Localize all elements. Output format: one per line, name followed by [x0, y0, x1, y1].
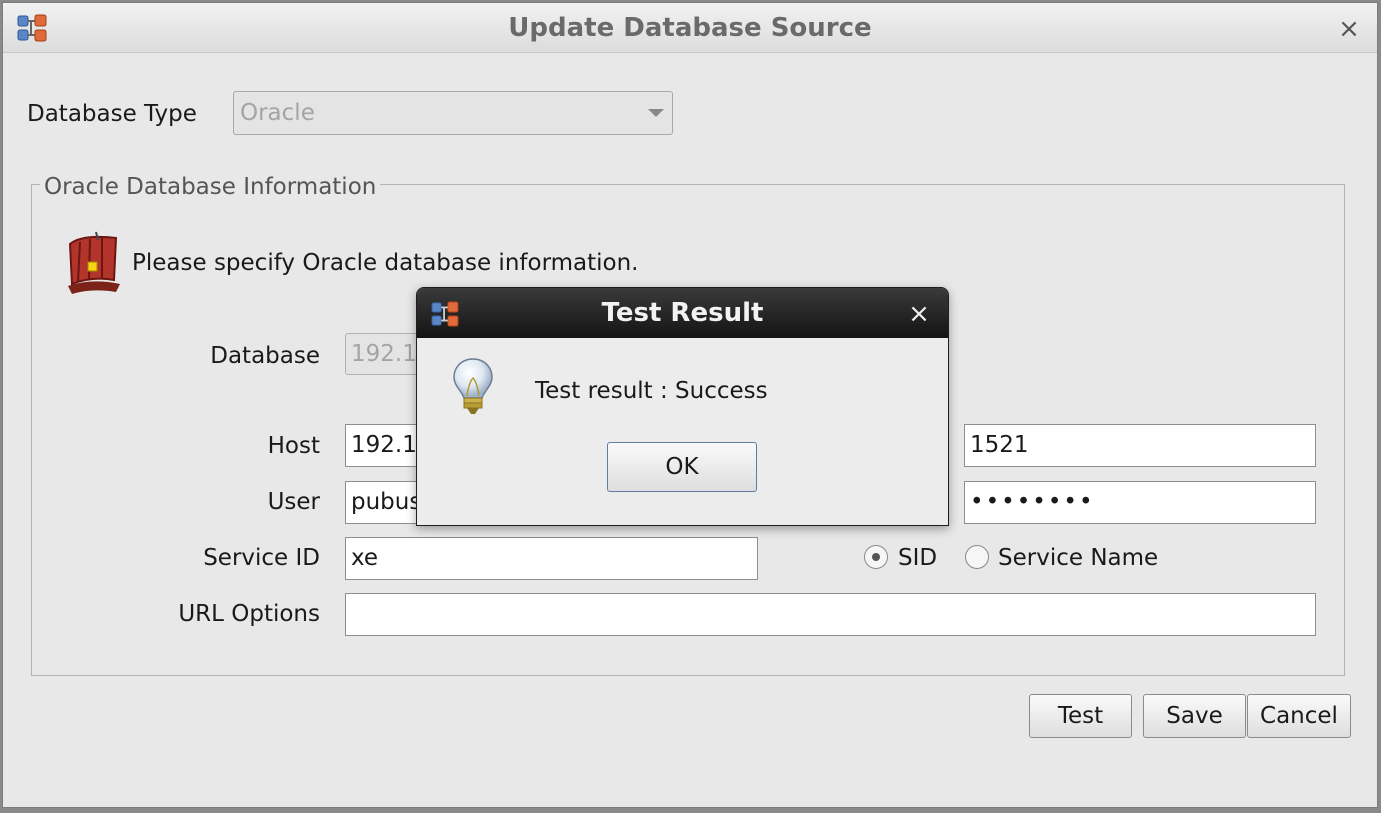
lightbulb-icon — [453, 358, 493, 414]
sid-radio[interactable] — [864, 545, 888, 569]
database-type-select[interactable]: Oracle — [233, 91, 673, 135]
service-name-radio[interactable] — [965, 545, 989, 569]
port-field[interactable]: 1521 — [964, 424, 1316, 467]
oracle-ship-icon — [68, 231, 120, 294]
dialog-title: Test Result — [601, 298, 764, 328]
database-type-label: Database Type — [27, 101, 197, 127]
close-icon[interactable]: × — [1333, 13, 1365, 45]
close-icon[interactable]: × — [903, 298, 935, 330]
chevron-down-icon — [648, 109, 664, 117]
radio-selected-dot — [872, 553, 880, 561]
dialog-message: Test result : Success — [535, 378, 768, 404]
sid-label[interactable]: SID — [898, 540, 937, 576]
service-id-label: Service ID — [203, 545, 320, 571]
host-label: Host — [267, 433, 320, 459]
host-field[interactable]: 192.1 — [345, 424, 420, 467]
group-title: Oracle Database Information — [40, 172, 381, 202]
service-id-field[interactable]: xe — [345, 537, 758, 580]
password-field[interactable]: •••••••• — [964, 481, 1316, 524]
user-field[interactable]: pubus — [345, 481, 420, 524]
save-button[interactable]: Save — [1143, 694, 1246, 738]
group-hint: Please specify Oracle database informati… — [132, 250, 639, 276]
window-title: Update Database Source — [508, 13, 872, 43]
test-result-dialog: Test Result × Test result : Success OK — [416, 287, 949, 526]
service-name-label[interactable]: Service Name — [998, 540, 1158, 576]
url-options-field[interactable] — [345, 593, 1316, 636]
database-field[interactable]: 192.1 — [345, 333, 420, 375]
url-options-label: URL Options — [178, 601, 320, 627]
test-button[interactable]: Test — [1029, 694, 1132, 738]
user-label: User — [267, 489, 320, 515]
database-type-value: Oracle — [240, 100, 315, 126]
cancel-button[interactable]: Cancel — [1247, 694, 1351, 738]
database-label: Database — [210, 343, 320, 369]
main-titlebar[interactable]: Update Database Source × — [3, 3, 1377, 53]
ok-button[interactable]: OK — [607, 442, 757, 492]
dialog-titlebar[interactable]: Test Result × — [417, 288, 948, 338]
